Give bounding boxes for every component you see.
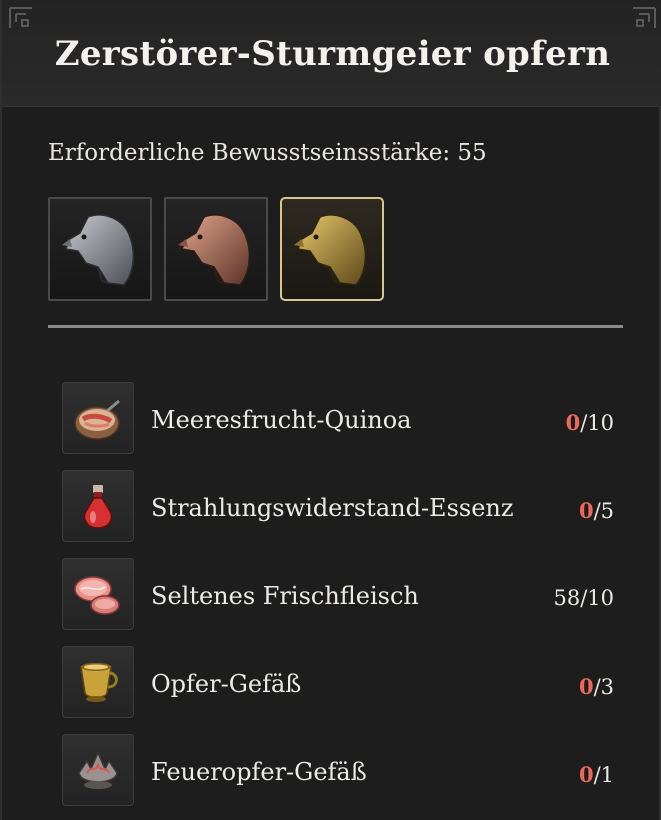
material-row: Meeresfrucht-Quinoa 0/10 <box>62 382 622 454</box>
golden-cup-icon <box>80 663 118 702</box>
material-need: /5 <box>593 499 614 523</box>
gold-vulture-variant[interactable] <box>280 197 384 301</box>
material-count: 0/10 <box>566 410 614 435</box>
material-have: 0 <box>578 498 594 523</box>
material-name: Opfer-Gefäß <box>151 670 302 698</box>
material-count: 58/10 <box>553 586 614 610</box>
red-potion-icon <box>83 485 113 529</box>
material-need: /1 <box>593 763 614 787</box>
material-have: 0 <box>578 762 594 787</box>
material-name: Meeresfrucht-Quinoa <box>151 406 412 434</box>
material-slot[interactable] <box>62 646 134 718</box>
material-row: Feueropfer-Gefäß 0/1 <box>62 734 622 806</box>
material-count: 0/3 <box>579 674 614 699</box>
material-row: Seltenes Frischfleisch 58/10 <box>62 558 622 630</box>
material-need: /10 <box>580 411 614 435</box>
material-name: Seltenes Frischfleisch <box>151 582 419 610</box>
raw-meat-icon <box>74 576 120 615</box>
material-have: 58 <box>553 586 581 610</box>
dialog-title: Zerstörer-Sturmgeier opfern <box>54 34 611 74</box>
material-have: 0 <box>565 410 581 435</box>
sacrifice-dialog: Zerstörer-Sturmgeier opfern Erforderlich… <box>0 0 661 820</box>
vulture-helmet-icon <box>62 214 135 286</box>
material-slot[interactable] <box>62 382 134 454</box>
section-divider <box>48 325 623 328</box>
copper-vulture-variant[interactable] <box>164 197 268 301</box>
material-slot[interactable] <box>62 558 134 630</box>
material-count: 0/5 <box>579 498 614 523</box>
material-need: /10 <box>580 586 614 610</box>
required-consciousness-label: Erforderliche Bewusstseinsstärke: 55 <box>48 140 487 166</box>
gray-vulture-variant[interactable] <box>48 197 152 301</box>
material-name: Feueropfer-Gefäß <box>151 758 367 786</box>
vulture-helmet-icon <box>178 214 251 286</box>
material-row: Strahlungswiderstand-Essenz 0/5 <box>62 470 622 542</box>
material-slot[interactable] <box>62 734 134 806</box>
vulture-helmet-icon <box>294 214 367 286</box>
material-row: Opfer-Gefäß 0/3 <box>62 646 622 718</box>
dialog-header: Zerstörer-Sturmgeier opfern <box>2 0 661 107</box>
material-count: 0/1 <box>579 762 614 787</box>
material-name: Strahlungswiderstand-Essenz <box>151 494 514 522</box>
material-have: 0 <box>578 674 594 699</box>
quinoa-bowl-icon <box>74 399 120 440</box>
material-need: /3 <box>593 675 614 699</box>
fire-vessel-icon <box>78 751 118 789</box>
material-slot[interactable] <box>62 470 134 542</box>
